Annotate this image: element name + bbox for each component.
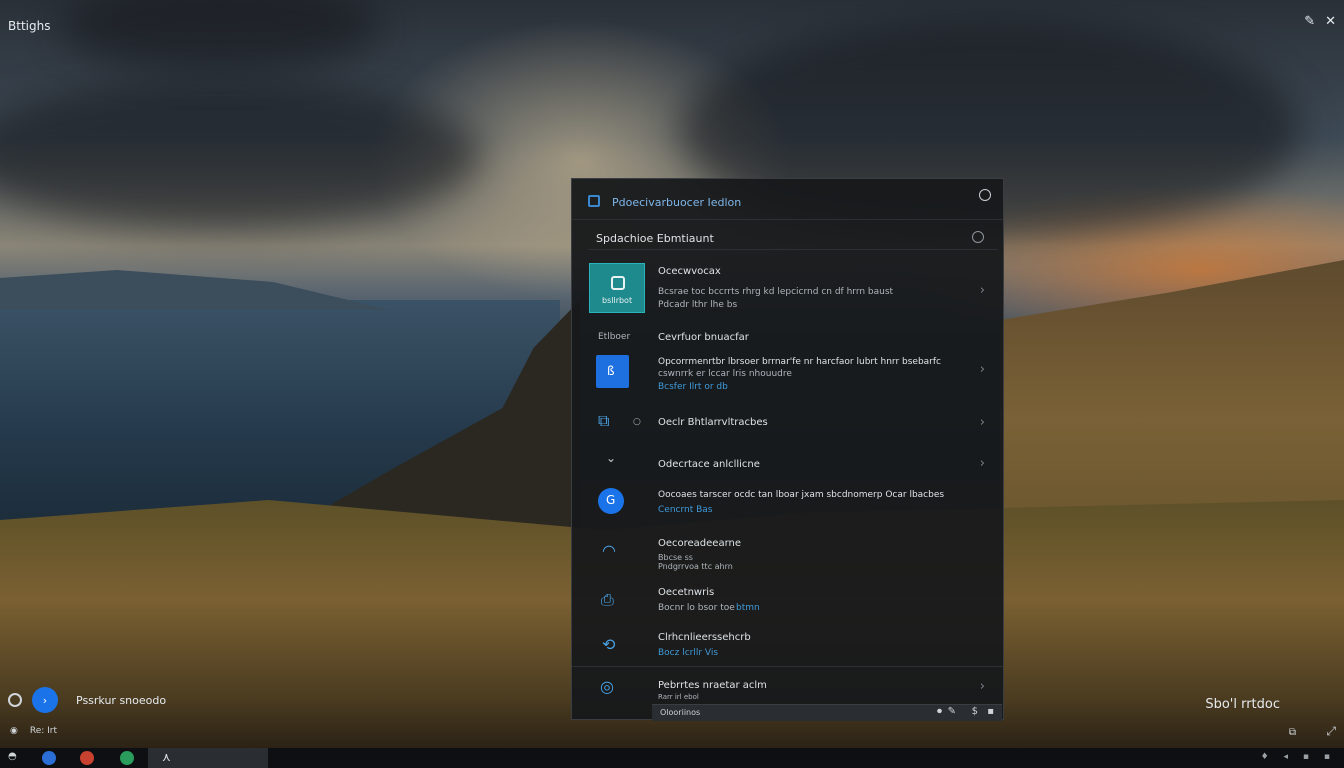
desktop-widget: › Pssrkur snoeodo [8,687,166,713]
system-tray[interactable]: ♦ ◂ ▪ ▪ [1261,752,1336,762]
item-title: Oeclr Bhtlarrvltracbes [658,417,768,428]
item-title: Oocoaes tarscer ocdc tan lboar jxam sbcd… [658,490,945,500]
featured-item[interactable]: bsllrbot Ocecwvocax Bcsrae toc bccrrts r… [572,179,1003,319]
desktop-top-left-label: Bttighs [8,19,51,33]
section-title: Cevrfuor bnuacfar [658,332,749,343]
item-title: Oecetnwris [658,587,715,598]
chat-icon: ⎙ [601,590,614,609]
item-link[interactable]: btmn [736,603,760,613]
chevron-right-icon: › [979,362,985,377]
dollar-icon[interactable]: $ [972,706,978,717]
featured-sub: Pdcadr lthr lhe bs [658,300,738,310]
app-icon[interactable] [120,751,134,765]
circle-icon[interactable]: ◉ [10,726,18,736]
globe-icon: G [598,488,624,514]
play-button[interactable]: › [32,687,58,713]
chevron-right-icon: › [979,456,985,471]
app-icon: ⋏ [162,750,171,764]
top-right-controls: ✎ ✕ [1304,14,1336,29]
browser-icon[interactable] [42,751,56,765]
item-link[interactable]: Bcsfer Ilrt or db [658,382,728,392]
taskbar: ◓ ⋏ ♦ ◂ ▪ ▪ [0,748,1344,768]
headset-icon: ◠ [602,541,616,560]
chevron-down-icon: ⌄ [606,451,617,465]
document-icon: ß [596,355,629,388]
chevron-right-icon: › [979,679,985,694]
item-title: Odecrtace anlcllicne [658,459,760,470]
desktop-widget-small: ◉ Re: Irt [10,726,57,736]
camera-icon: ⧉ [598,411,610,430]
item-title: Clrhcnlieerssehcrb [658,632,751,643]
featured-desc: Bcsrae toc bccrrts rhrg kd lepcicrnd cn … [658,287,894,297]
list-item[interactable]: ß Opcorrmenrtbr lbrsoer brrnar'fe nr har… [572,349,1003,399]
list-item[interactable]: ◎ Pebrrtes nraetar aclm Rarr irl ebol › [572,675,1003,701]
square-icon[interactable]: ▪ [987,706,994,717]
cloud [0,80,480,230]
status-dot: ○ [633,417,641,427]
item-sub: Pndgrrvoa ttc ahrn [658,562,733,571]
help-icon: ◎ [600,677,614,696]
cloud [60,0,380,70]
sync-icon: ⟲ [602,635,616,654]
app-icon [611,276,625,290]
distant-headland [0,270,390,310]
settings-panel: Pdoecivarbuocer Iedlon Spdachioe Ebmtiau… [571,178,1004,721]
chrome-icon[interactable] [80,751,94,765]
tile-caption: bsllrbot [602,296,633,305]
bottom-toolbar: Olooriinos ⏺ ✎ $ ▪ [652,704,1002,721]
active-window-slot[interactable]: ⋏ [148,748,268,768]
expand-icon[interactable]: ⤢ [1326,724,1336,739]
pen-icon[interactable]: ✎ [948,706,956,717]
list-item[interactable]: ⟲ Clrhcnlieerssehcrb Bocz lcrllr Vis [572,629,1003,665]
start-icon[interactable]: ◓ [8,751,17,762]
divider [572,666,1003,667]
list-item[interactable]: ◠ Oecoreadeearne Bbcse ss Pndgrrvoa ttc … [572,535,1003,575]
chevron-right-icon: › [979,283,985,298]
item-desc: cswnrrk er lccar lris nhouudre [658,369,792,379]
item-link[interactable]: Bocz lcrllr Vis [658,648,718,658]
toolbar-label: Olooriinos [660,708,701,717]
list-item[interactable]: ⌄ Odecrtace anlcllicne › [572,451,1003,479]
list-item[interactable]: ⎙ Oecetnwris Bocnr lo bsor toe btmn [572,584,1003,620]
pen-icon[interactable]: ✎ [1304,14,1315,29]
settings-icon[interactable] [8,693,22,707]
section-label: Etlboer [598,332,631,342]
item-desc: Bocnr lo bsor toe [658,603,735,613]
item-title: Oecoreadeearne [658,538,742,549]
list-item[interactable]: ⧉ ○ Oeclr Bhtlarrvltracbes › [572,409,1003,439]
widget-small-text: Re: Irt [29,726,58,736]
close-icon[interactable]: ✕ [1325,14,1336,29]
chevron-right-icon: › [979,415,985,430]
item-title: Opcorrmenrtbr lbrsoer brrnar'fe nr harcf… [658,357,941,367]
widget-text: Pssrkur snoeodo [76,693,167,707]
item-desc: Rarr irl ebol [658,693,699,701]
featured-tile[interactable]: bsllrbot [589,263,645,313]
notification-icon[interactable]: ⧉ [1289,727,1296,738]
desktop-right-text: Sbo'l rrtdoc [1205,697,1280,712]
featured-title: Ocecwvocax [658,266,721,277]
item-title: Pebrrtes nraetar aclm [658,680,767,691]
item-link[interactable]: Cencrnt Bas [658,505,713,515]
item-desc: Bbcse ss [658,553,693,562]
mic-icon[interactable]: ⏺ [937,706,942,717]
